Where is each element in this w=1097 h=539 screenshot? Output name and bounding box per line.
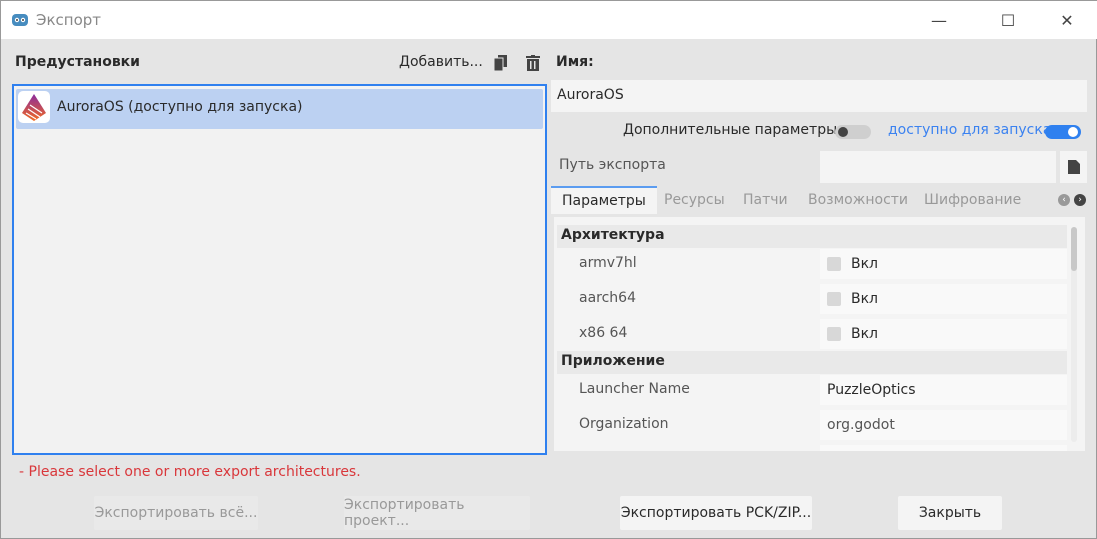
tab-parameters[interactable]: Параметры [551, 186, 657, 214]
prop-label: Launcher Name [579, 381, 690, 397]
presets-list[interactable]: AuroraOS (доступно для запуска) [12, 84, 547, 455]
checkbox-label: Вкл [851, 256, 879, 272]
tab-features[interactable]: Возможности [797, 186, 919, 214]
browse-file-button[interactable] [1060, 151, 1087, 183]
export-pck-zip-button[interactable]: Экспортировать PCK/ZIP... [620, 496, 812, 530]
preset-label: AuroraOS (доступно для запуска) [57, 99, 303, 115]
export-path-input[interactable] [820, 151, 1056, 183]
inspector-panel: Архитектура armv7hl Вкл aarch64 Вкл x86 … [554, 217, 1085, 451]
maximize-button[interactable]: ☐ [985, 1, 1031, 39]
section-architecture[interactable]: Архитектура [557, 225, 1067, 248]
aurora-logo-icon [18, 91, 50, 123]
name-label: Имя: [556, 54, 594, 70]
minimize-button[interactable]: — [916, 1, 962, 39]
partial-row [820, 445, 1067, 451]
checkbox-icon [827, 327, 841, 341]
trash-icon[interactable] [526, 55, 540, 71]
checkbox-label: Вкл [851, 291, 879, 307]
armv7hl-checkbox[interactable]: Вкл [820, 249, 1067, 279]
prop-label: armv7hl [579, 255, 637, 271]
runnable-toggle[interactable] [1045, 125, 1081, 139]
x86-64-checkbox[interactable]: Вкл [820, 319, 1067, 349]
aarch64-checkbox[interactable]: Вкл [820, 284, 1067, 314]
error-message: - Please select one or more export archi… [19, 464, 361, 480]
preset-item[interactable]: AuroraOS (доступно для запуска) [16, 89, 543, 129]
launcher-name-input[interactable]: PuzzleOptics [820, 375, 1067, 405]
tab-scroll-right-icon[interactable]: › [1074, 194, 1086, 206]
tab-patches[interactable]: Патчи [732, 186, 799, 214]
presets-header: Предустановки [15, 54, 140, 70]
file-icon [1068, 160, 1080, 174]
window-title: Экспорт [36, 11, 102, 29]
prop-label: x86 64 [579, 325, 628, 341]
prop-label: Organization [579, 416, 669, 432]
title-bar: Экспорт — ☐ ✕ [1, 1, 1097, 39]
godot-logo-icon [12, 14, 28, 26]
section-application[interactable]: Приложение [557, 351, 1067, 374]
runnable-label: доступно для запуска [888, 122, 1052, 138]
prop-label: aarch64 [579, 290, 636, 306]
name-input[interactable]: AuroraOS [551, 80, 1087, 112]
export-all-button[interactable]: Экспортировать всё... [94, 496, 258, 530]
advanced-label: Дополнительные параметры [623, 122, 838, 138]
organization-input[interactable]: org.godot [820, 410, 1067, 440]
tab-resources[interactable]: Ресурсы [653, 186, 736, 214]
close-window-button[interactable]: ✕ [1044, 1, 1090, 39]
export-path-label: Путь экспорта [559, 157, 666, 173]
tab-scroll-left-icon[interactable]: ‹ [1058, 194, 1070, 206]
scrollbar[interactable] [1071, 227, 1077, 442]
scrollbar-thumb[interactable] [1071, 227, 1077, 271]
checkbox-label: Вкл [851, 326, 879, 342]
duplicate-icon[interactable] [494, 55, 508, 71]
advanced-toggle[interactable] [835, 125, 871, 139]
checkbox-icon [827, 292, 841, 306]
add-preset-button[interactable]: Добавить... [399, 54, 483, 70]
checkbox-icon [827, 257, 841, 271]
tab-encryption[interactable]: Шифрование [913, 186, 1032, 214]
close-button[interactable]: Закрыть [898, 496, 1002, 530]
export-project-button[interactable]: Экспортировать проект... [344, 496, 530, 530]
